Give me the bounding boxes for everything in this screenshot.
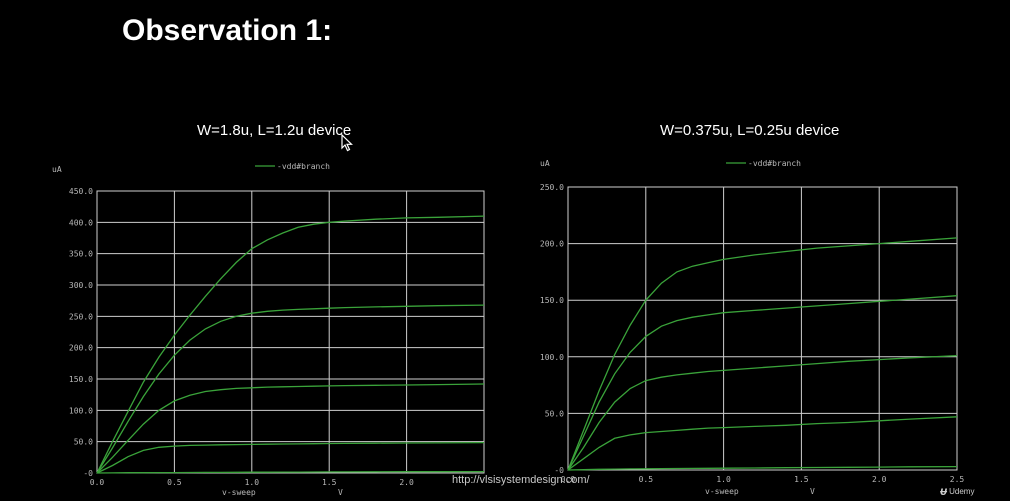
chart-1-ytick-label: 100.0 [69,406,93,415]
chart-2-series-line [567,295,958,471]
chart-2-series-line [567,416,958,471]
chart-1-series-line [96,215,485,474]
chart-1-xunit: V [338,488,343,497]
chart-1-xtick-label: 2.0 [399,478,414,487]
chart-1: -0 50.0 100.0 150.0 200.0 250.0 300.0 350.0 400.… [52,159,965,497]
chart-1-ytick-label: 450.0 [69,187,93,196]
chart-1-ytick-label: 300.0 [69,281,93,290]
chart-2-ylabel: uA [540,159,550,168]
udemy-logo-text: Udemy [949,486,975,496]
chart-1-series-line [96,383,485,474]
chart-1-ytick-label: 50.0 [74,438,93,447]
chart-1-ytick-label: 250.0 [69,312,93,321]
chart-1-xtick-label: 0.0 [90,478,105,487]
chart-2-ytick-label: 200.0 [540,240,564,249]
watermark-url: http://vlsisystemdesign.com/ [452,474,590,486]
chart-2-series-line [567,355,958,471]
chart-1-xtick-label: 0.5 [167,478,182,487]
chart-1-xlabel: v-sweep [222,488,256,497]
chart-1-series-line [96,441,485,474]
chart-2-ytick-label: 250.0 [540,183,564,192]
chart-2-xunit: V [810,487,815,496]
mouse-cursor-icon [341,134,353,152]
chart-2-xlabel: v-sweep [705,487,739,496]
chart-1-ylabel: uA [52,165,62,174]
chart-1-ytick-label: 400.0 [69,218,93,227]
chart-2-series-line [567,465,958,471]
chart-1-ytick-label: 150.0 [69,375,93,384]
chart-2-legend-label: -vdd#branch [748,159,801,168]
chart-2-ytick-label: 150.0 [540,296,564,305]
chart-2-frame [567,186,958,471]
chart-2-xtick-label: 1.0 [716,475,731,484]
chart-1-xtick-label: 1.0 [245,478,260,487]
udemy-logo: ᵾ Udemy [940,484,974,498]
chart-1-frame [96,190,485,474]
chart-2-ytick-label: 50.0 [545,409,564,418]
chart-2-xtick-label: 1.5 [794,475,809,484]
udemy-icon: ᵾ [940,484,948,498]
chart-2-xtick-label: 2.0 [872,475,887,484]
chart-1-xtick-label: 1.5 [322,478,337,487]
chart-2-ytick-label: 100.0 [540,353,564,362]
chart-2-xtick-label: 2.5 [950,475,965,484]
chart-2-xtick-label: 0.5 [639,475,654,484]
chart-1-ytick-label: 200.0 [69,344,93,353]
chart-1-ytick-label: 350.0 [69,250,93,259]
chart-1-legend-label: -vdd#branch [277,162,330,171]
chart-1-ytick-label: -0 [83,469,93,478]
